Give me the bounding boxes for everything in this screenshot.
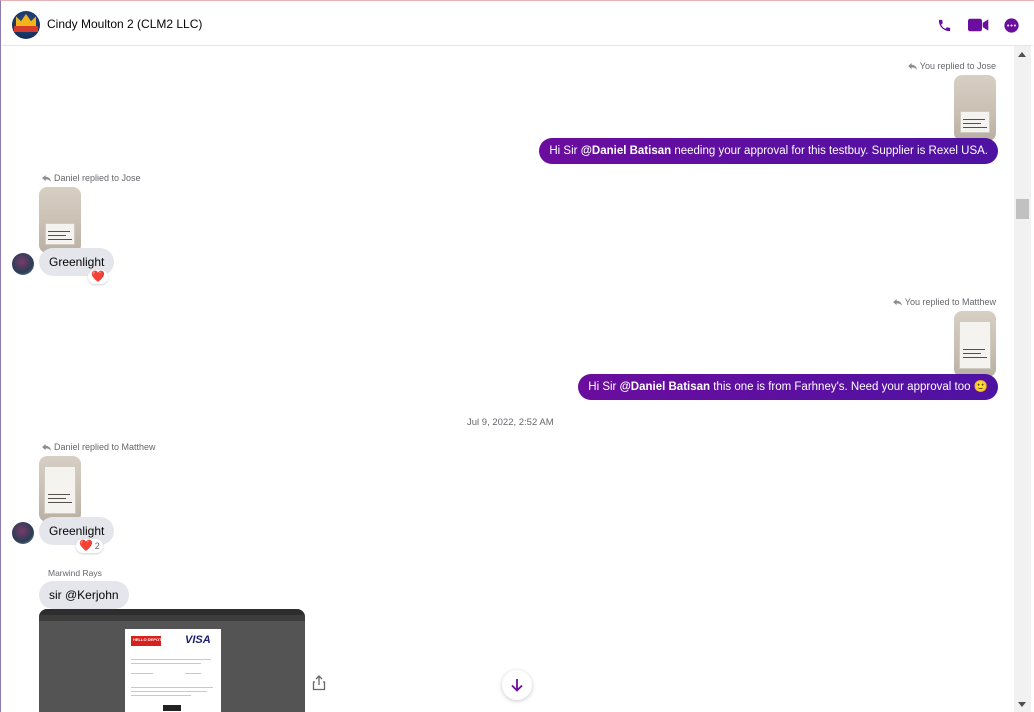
reaction-count: 2 [94,541,100,551]
scroll-up-arrow-icon[interactable] [1018,52,1026,57]
reply-label-text: You replied to Matthew [904,297,996,307]
browser-address-bar [39,615,305,621]
reply-indicator: You replied to Matthew [892,297,996,307]
reply-arrow-icon [907,62,917,70]
visa-logo: VISA [185,634,211,646]
replied-image-thumbnail[interactable] [39,187,81,253]
outgoing-message-bubble[interactable]: Hi Sir @Daniel Batisan needing your appr… [539,138,998,164]
image-attachment[interactable]: HELLO DEPOT VISA [39,609,305,712]
heart-reaction-icon: ❤️ [79,539,93,552]
crown-logo [16,14,36,26]
group-avatar[interactable] [12,11,40,39]
vertical-scrollbar[interactable] [1014,46,1031,712]
mention[interactable]: @Daniel Batisan [581,145,671,157]
arrow-down-icon [511,679,523,692]
reply-arrow-icon [42,174,51,182]
conversation-title[interactable]: Cindy Moulton 2 (CLM2 LLC) [47,17,202,31]
sender-avatar[interactable] [12,253,34,275]
video-camera-icon[interactable] [966,15,990,35]
message-list[interactable]: You replied to Jose Hi Sir @Daniel Batis… [2,46,1014,712]
reply-indicator: You replied to Jose [907,61,996,71]
incoming-message-bubble[interactable]: sir @Kerjohn [39,581,129,609]
more-options-icon[interactable] [1001,15,1021,35]
scroll-down-arrow-icon[interactable] [1018,702,1026,707]
sender-avatar[interactable] [12,522,34,544]
sender-name: Marwind Rays [48,568,102,578]
reply-arrow-icon [42,443,51,451]
timestamp-divider: Jul 9, 2022, 2:52 AM [467,417,554,428]
reply-arrow-icon [892,298,902,306]
share-icon[interactable] [312,675,326,691]
mention[interactable]: @Daniel Batisan [620,381,710,393]
reply-label-text: Daniel replied to Jose [54,173,141,183]
phone-icon[interactable] [934,15,954,35]
replied-image-thumbnail[interactable] [954,75,996,141]
replied-image-thumbnail[interactable] [39,456,81,522]
scroll-to-bottom-button[interactable] [502,670,532,700]
hello-depot-badge: HELLO DEPOT [131,636,161,646]
scrollbar-thumb[interactable] [1016,199,1029,219]
conversation-header: Cindy Moulton 2 (CLM2 LLC) [2,2,1033,46]
heart-reaction-icon: ❤️ [91,270,105,283]
reaction-badge[interactable]: ❤️ [88,270,108,284]
reply-label-text: Daniel replied to Matthew [54,442,156,452]
reply-indicator: Daniel replied to Matthew [42,442,156,452]
outgoing-message-bubble[interactable]: Hi Sir @Daniel Batisan this one is from … [578,374,998,400]
reply-indicator: Daniel replied to Jose [42,173,141,183]
document-page: HELLO DEPOT VISA [125,629,221,712]
replied-image-thumbnail[interactable] [954,311,996,377]
chat-window: Cindy Moulton 2 (CLM2 LLC) You replied t… [0,0,1034,712]
reply-label-text: You replied to Jose [919,61,996,71]
reaction-badge[interactable]: ❤️ 2 [76,539,103,553]
logo-banner [14,26,38,32]
